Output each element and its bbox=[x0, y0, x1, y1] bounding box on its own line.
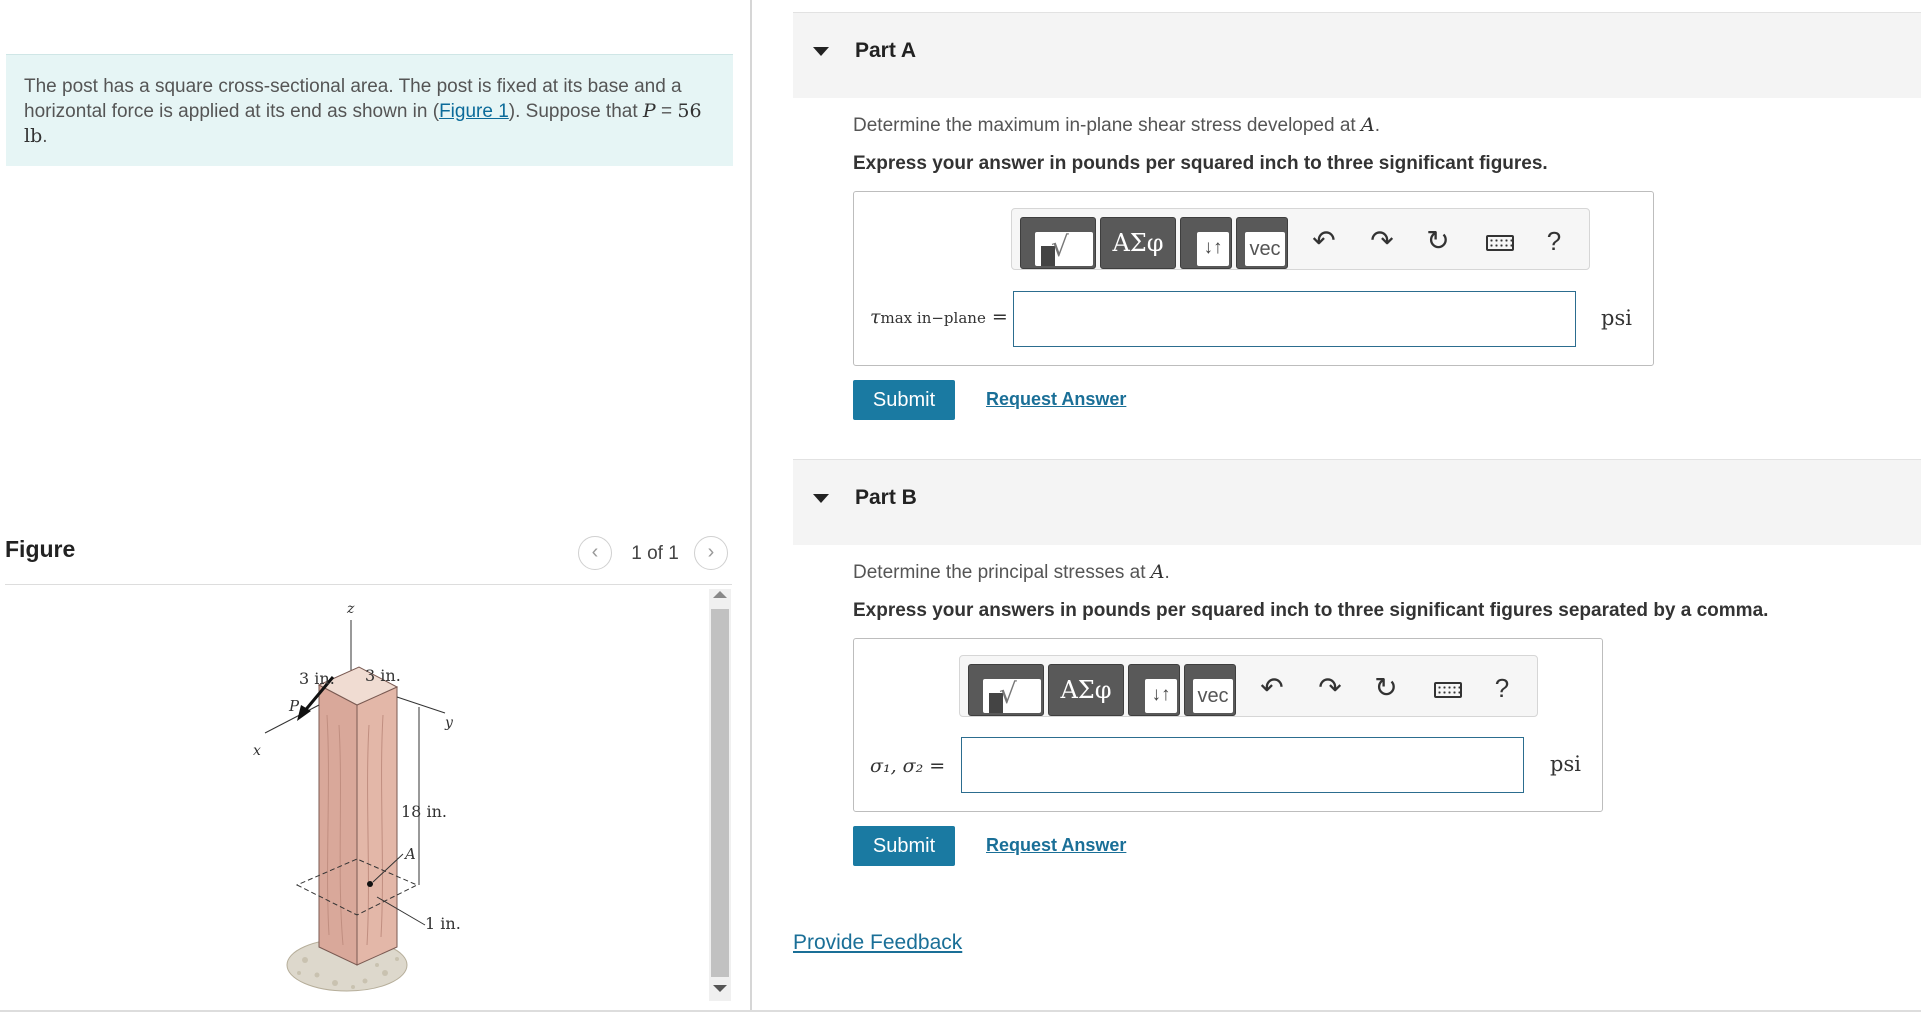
a-label: A bbox=[403, 845, 416, 863]
part-a-instruction: Express your answer in pounds per square… bbox=[853, 153, 1548, 174]
caret-down-icon[interactable] bbox=[813, 47, 829, 56]
part-a-question-end: . bbox=[1374, 115, 1380, 136]
greek-button[interactable]: ΑΣφ bbox=[1100, 217, 1176, 269]
part-b-submit-button[interactable]: Submit bbox=[853, 826, 955, 866]
caret-down-icon[interactable] bbox=[813, 494, 829, 503]
subscript-button[interactable]: ↓↑ bbox=[1180, 217, 1232, 269]
redo-icon[interactable]: ↷ bbox=[1310, 668, 1350, 708]
redo-icon[interactable]: ↷ bbox=[1362, 221, 1402, 261]
problem-statement: The post has a square cross-sectional ar… bbox=[6, 54, 733, 166]
figure-link[interactable]: Figure 1 bbox=[439, 101, 509, 122]
part-b-title: Part B bbox=[855, 486, 917, 509]
part-a-request-answer-link[interactable]: Request Answer bbox=[986, 389, 1126, 410]
part-a-header[interactable]: Part A bbox=[793, 12, 1921, 98]
updown-label: ↓↑ bbox=[1145, 679, 1177, 713]
dim-left-label: 3 in. bbox=[299, 669, 335, 688]
sigma-label: σ₁, σ₂ = bbox=[870, 755, 946, 777]
greek-button[interactable]: ΑΣφ bbox=[1048, 664, 1124, 716]
part-a-question: Determine the maximum in-plane shear str… bbox=[853, 114, 1380, 137]
post-right-face bbox=[356, 686, 398, 966]
vec-label: vec bbox=[1245, 232, 1285, 266]
part-b-answer-box: √ ΑΣφ ↓↑ vec ↶ ↷ ↻ ? σ₁, σ₂ = psi bbox=[853, 638, 1603, 812]
tau-symbol: τ bbox=[870, 306, 881, 328]
part-b-question-end: . bbox=[1164, 562, 1170, 583]
part-b-header[interactable]: Part B bbox=[793, 459, 1921, 545]
z-label: z bbox=[346, 601, 355, 617]
part-b-toolbar: √ ΑΣφ ↓↑ vec ↶ ↷ ↻ ? bbox=[959, 655, 1538, 717]
updown-label: ↓↑ bbox=[1197, 232, 1229, 266]
height-label: 18 in. bbox=[401, 802, 447, 821]
part-b-question-text: Determine the principal stresses at bbox=[853, 562, 1151, 583]
part-b-instruction: Express your answers in pounds per squar… bbox=[853, 600, 1769, 621]
undo-icon[interactable]: ↶ bbox=[1252, 668, 1292, 708]
help-button[interactable]: ? bbox=[1534, 221, 1574, 261]
part-a-title: Part A bbox=[855, 39, 917, 62]
offset-label: 1 in. bbox=[425, 914, 461, 933]
post-figure: z A y x P 3 in. 3 in. 18 in. 1 in. bbox=[253, 601, 461, 992]
pager-text: 1 of 1 bbox=[631, 543, 679, 564]
dim-right-label: 3 in. bbox=[365, 666, 401, 685]
problem-text-3: . bbox=[42, 126, 48, 147]
left-pane: The post has a square cross-sectional ar… bbox=[0, 0, 752, 1012]
vector-button[interactable]: vec bbox=[1236, 217, 1288, 269]
vec-label: vec bbox=[1193, 679, 1233, 713]
keyboard-icon[interactable] bbox=[1478, 221, 1522, 261]
part-b-question: Determine the principal stresses at A. bbox=[853, 561, 1170, 584]
reset-icon[interactable]: ↻ bbox=[1366, 668, 1406, 708]
part-b-request-answer-link[interactable]: Request Answer bbox=[986, 835, 1126, 856]
problem-equals: = bbox=[655, 101, 678, 122]
tau-label: τmax in−plane = bbox=[870, 306, 1008, 328]
scroll-thumb[interactable] bbox=[711, 609, 729, 977]
part-b-answer-input[interactable] bbox=[961, 737, 1524, 793]
undo-icon[interactable]: ↶ bbox=[1304, 221, 1344, 261]
figure-scrollbar[interactable] bbox=[709, 589, 731, 1001]
figure-title: Figure bbox=[5, 536, 76, 562]
figure-pager: ‹ 1 of 1 › bbox=[578, 536, 730, 572]
chevron-left-icon[interactable]: ‹ bbox=[578, 536, 612, 570]
figure-area: z A y x P 3 in. 3 in. 18 in. 1 in. bbox=[5, 585, 705, 1012]
tau-subscript: max in−plane bbox=[880, 309, 986, 327]
part-a-answer-input[interactable] bbox=[1013, 291, 1576, 347]
part-b-unit: psi bbox=[1550, 752, 1581, 776]
vector-button[interactable]: vec bbox=[1184, 664, 1236, 716]
keyboard-icon[interactable] bbox=[1426, 668, 1470, 708]
part-b-question-var: A bbox=[1150, 561, 1165, 583]
chevron-right-icon[interactable]: › bbox=[694, 536, 728, 570]
var-p: P bbox=[642, 100, 656, 122]
subscript-button[interactable]: ↓↑ bbox=[1128, 664, 1180, 716]
templates-icon[interactable]: √ bbox=[1020, 217, 1096, 269]
tau-equals: = bbox=[985, 306, 1008, 328]
part-a-submit-button[interactable]: Submit bbox=[853, 380, 955, 420]
y-axis bbox=[396, 696, 446, 714]
right-pane: Part A Determine the maximum in-plane sh… bbox=[754, 0, 1921, 1012]
problem-text-2: ). Suppose that bbox=[508, 101, 643, 122]
x-label: x bbox=[253, 743, 261, 759]
scroll-down-icon[interactable] bbox=[713, 985, 727, 992]
part-a-question-var: A bbox=[1360, 114, 1375, 136]
y-label: y bbox=[444, 715, 454, 731]
provide-feedback-link[interactable]: Provide Feedback bbox=[793, 931, 962, 955]
p-label: P bbox=[288, 697, 300, 715]
reset-icon[interactable]: ↻ bbox=[1418, 221, 1458, 261]
part-a-answer-box: √ ΑΣφ ↓↑ vec ↶ ↷ ↻ ? τmax in−plane = psi bbox=[853, 191, 1654, 366]
part-a-unit: psi bbox=[1601, 306, 1632, 330]
scroll-up-icon[interactable] bbox=[713, 591, 727, 598]
part-a-question-text: Determine the maximum in-plane shear str… bbox=[853, 115, 1361, 136]
post-left-face bbox=[318, 684, 358, 966]
help-button[interactable]: ? bbox=[1482, 668, 1522, 708]
part-a-toolbar: √ ΑΣφ ↓↑ vec ↶ ↷ ↻ ? bbox=[1011, 208, 1590, 270]
point-a-marker bbox=[367, 881, 373, 887]
templates-icon[interactable]: √ bbox=[968, 664, 1044, 716]
